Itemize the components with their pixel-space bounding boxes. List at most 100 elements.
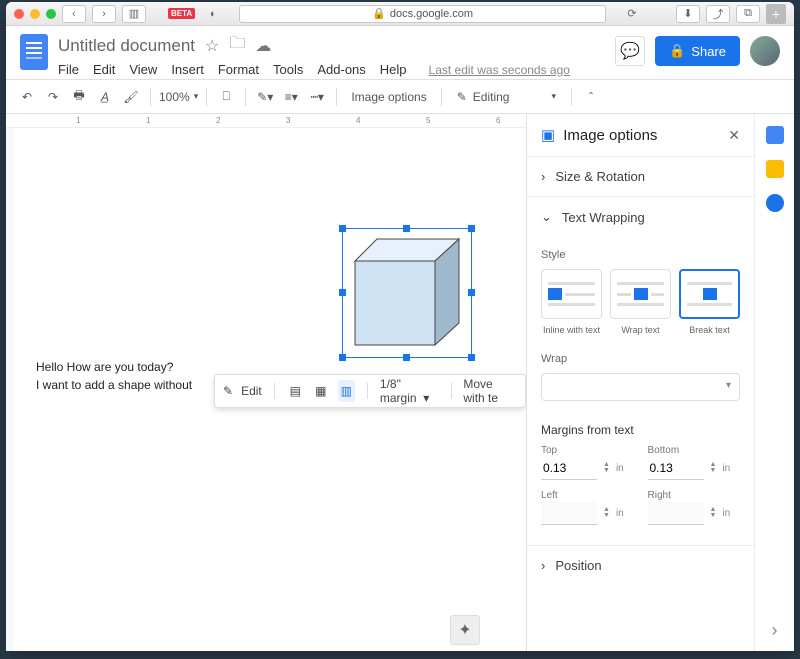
- resize-handle[interactable]: [468, 354, 475, 361]
- break-text-option[interactable]: Break text: [679, 269, 740, 335]
- print-button[interactable]: 🖶: [68, 85, 90, 109]
- inline-with-text-option[interactable]: Inline with text: [541, 269, 602, 335]
- menu-addons[interactable]: Add-ons: [317, 62, 365, 77]
- close-panel-button[interactable]: ✕: [728, 127, 740, 144]
- right-margin-stepper: ▲▼: [710, 507, 717, 519]
- wrap-text-option[interactable]: Wrap text: [610, 269, 671, 335]
- menu-insert[interactable]: Insert: [171, 62, 204, 77]
- zoom-select[interactable]: 100%▾: [159, 90, 198, 104]
- menu-edit[interactable]: Edit: [93, 62, 115, 77]
- move-with-select[interactable]: Move with te: [463, 377, 517, 405]
- pencil-icon: ✎: [457, 90, 467, 104]
- keep-addon-icon[interactable]: [766, 160, 784, 178]
- editing-label: Editing: [473, 90, 510, 104]
- share-browser-icon[interactable]: ⤴: [706, 5, 730, 23]
- resize-handle[interactable]: [468, 225, 475, 232]
- break-text-button[interactable]: ▥: [338, 380, 356, 402]
- undo-button[interactable]: ↶: [16, 85, 38, 109]
- position-section[interactable]: › Position: [527, 546, 754, 585]
- option-label: Break text: [679, 325, 740, 335]
- image-options-panel: ▣ Image options ✕ › Size & Rotation ⌄ Te…: [526, 114, 754, 651]
- text-wrapping-section[interactable]: ⌄ Text Wrapping: [527, 197, 754, 237]
- resize-handle[interactable]: [403, 354, 410, 361]
- resize-handle[interactable]: [339, 354, 346, 361]
- tabs-icon[interactable]: ⧉: [736, 5, 760, 23]
- menu-help[interactable]: Help: [380, 62, 407, 77]
- menu-bar: File Edit View Insert Format Tools Add-o…: [58, 62, 605, 77]
- image-options-button[interactable]: Image options: [345, 85, 432, 109]
- top-margin-stepper[interactable]: ▲▼: [603, 462, 610, 474]
- ruler[interactable]: 11 23 45 6: [6, 114, 526, 128]
- tasks-addon-icon[interactable]: [766, 194, 784, 212]
- menu-format[interactable]: Format: [218, 62, 259, 77]
- move-icon[interactable]: 🗀: [229, 32, 245, 59]
- resize-handle[interactable]: [339, 225, 346, 232]
- calendar-addon-icon[interactable]: [766, 126, 784, 144]
- unit-label: in: [722, 508, 730, 519]
- bottom-margin-input[interactable]: [648, 456, 704, 480]
- crop-button[interactable]: ⎕: [215, 85, 237, 109]
- share-button[interactable]: 🔒 Share: [655, 36, 740, 66]
- resize-handle[interactable]: [468, 289, 475, 296]
- text-line: I want to add a shape without: [36, 376, 192, 394]
- shield-icon[interactable]: ◐: [201, 5, 225, 23]
- resize-handle[interactable]: [339, 289, 346, 296]
- cloud-status-icon[interactable]: ☁: [255, 36, 271, 56]
- top-margin-input[interactable]: [541, 456, 597, 480]
- border-color-button[interactable]: ✎▾: [254, 85, 276, 109]
- docs-logo-icon[interactable]: [20, 34, 48, 70]
- left-margin-stepper: ▲▼: [603, 507, 610, 519]
- star-icon[interactable]: ☆: [205, 36, 219, 56]
- resize-handle[interactable]: [403, 225, 410, 232]
- sidebar-button[interactable]: ▥: [122, 5, 146, 23]
- account-avatar[interactable]: [750, 36, 780, 66]
- border-dash-button[interactable]: ┉▾: [306, 85, 328, 109]
- expand-toolbar-button[interactable]: ˆ: [580, 85, 602, 109]
- size-rotation-section[interactable]: › Size & Rotation: [527, 157, 754, 196]
- page[interactable]: ✎ Edit ▤ ▦ ▥ 1/8" margin ▾ Move with te …: [14, 128, 526, 651]
- selected-shape[interactable]: [342, 228, 472, 358]
- spellcheck-button[interactable]: A̲: [94, 85, 116, 109]
- wrap-side-select[interactable]: ▾: [541, 373, 740, 401]
- hide-rail-button[interactable]: ›: [772, 620, 778, 641]
- unit-label: in: [722, 463, 730, 474]
- option-label: Inline with text: [541, 325, 602, 335]
- left-margin-label: Left: [541, 490, 634, 501]
- inline-wrap-button[interactable]: ▤: [287, 380, 305, 402]
- reload-icon[interactable]: ⟳: [620, 5, 644, 23]
- address-bar[interactable]: 🔒 docs.google.com: [239, 5, 606, 23]
- last-edit-info[interactable]: Last edit was seconds ago: [429, 63, 570, 77]
- right-margin-input: [648, 501, 704, 525]
- option-label: Wrap text: [610, 325, 671, 335]
- download-icon[interactable]: ⬇: [676, 5, 700, 23]
- paint-format-button[interactable]: 🖌: [120, 85, 142, 109]
- redo-button[interactable]: ↷: [42, 85, 64, 109]
- document-title[interactable]: Untitled document: [58, 36, 195, 56]
- section-label: Text Wrapping: [562, 210, 645, 225]
- bottom-margin-stepper[interactable]: ▲▼: [710, 462, 717, 474]
- minimize-window-icon[interactable]: [30, 9, 40, 19]
- text-line: Hello How are you today?: [36, 358, 192, 376]
- border-weight-button[interactable]: ≡▾: [280, 85, 302, 109]
- new-tab-button[interactable]: +: [766, 4, 786, 24]
- docs-header: Untitled document ☆ 🗀 ☁ File Edit View I…: [6, 26, 794, 80]
- float-edit-button[interactable]: Edit: [241, 384, 262, 398]
- menu-view[interactable]: View: [129, 62, 157, 77]
- comments-button[interactable]: 💬: [615, 36, 645, 66]
- document-canvas[interactable]: 11 23 45 6: [6, 114, 526, 651]
- margin-select[interactable]: 1/8" margin ▾: [380, 377, 439, 405]
- explore-button[interactable]: ✦: [450, 615, 480, 645]
- menu-file[interactable]: File: [58, 62, 79, 77]
- forward-button[interactable]: ›: [92, 5, 116, 23]
- window-controls: [14, 9, 56, 19]
- menu-tools[interactable]: Tools: [273, 62, 303, 77]
- zoom-window-icon[interactable]: [46, 9, 56, 19]
- editing-mode-select[interactable]: ✎ Editing ▾: [450, 86, 563, 108]
- close-window-icon[interactable]: [14, 9, 24, 19]
- right-margin-label: Right: [648, 490, 741, 501]
- image-floating-toolbar: ✎ Edit ▤ ▦ ▥ 1/8" margin ▾ Move with te: [214, 374, 526, 408]
- wrap-text-button[interactable]: ▦: [312, 380, 330, 402]
- back-button[interactable]: ‹: [62, 5, 86, 23]
- document-text[interactable]: Hello How are you today? I want to add a…: [36, 358, 192, 394]
- chevron-down-icon: ⌄: [541, 209, 552, 225]
